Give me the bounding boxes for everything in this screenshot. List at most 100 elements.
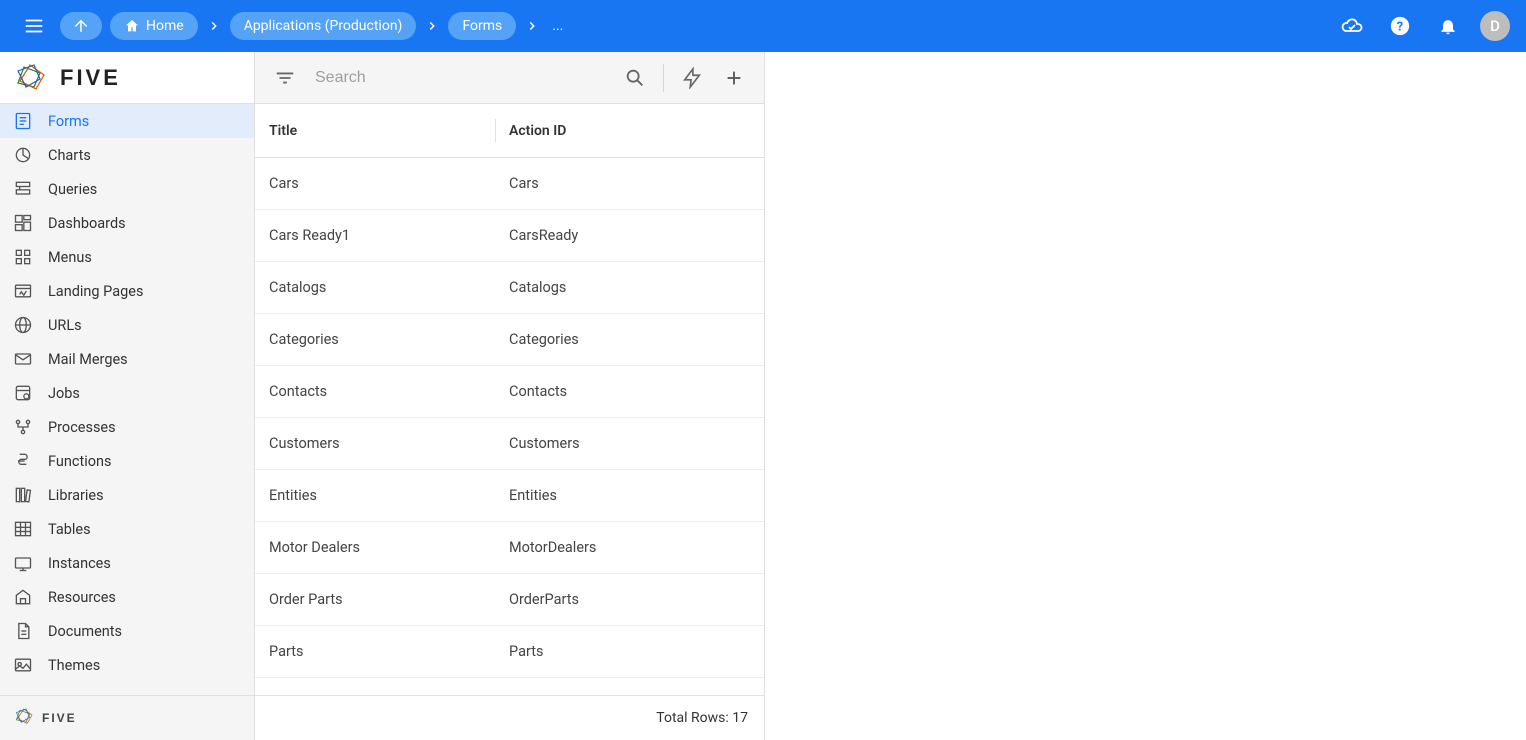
sidebar-item-jobs[interactable]: Jobs [0, 376, 254, 410]
filter-button[interactable] [267, 60, 303, 96]
sidebar-item-menus[interactable]: Menus [0, 240, 254, 274]
sidebar-nav[interactable]: Forms ChartsQueries Dashboards Menus Landing… [0, 104, 254, 695]
search-button[interactable] [617, 60, 653, 96]
cloud-button[interactable] [1336, 10, 1368, 42]
table-row[interactable]: CustomersCustomers [255, 418, 764, 470]
cell-title: Entities [255, 487, 495, 504]
sidebar-item-landing[interactable]: Landing Pages [0, 274, 254, 308]
breadcrumb-up[interactable] [60, 12, 102, 40]
queries-nav-icon [12, 178, 34, 200]
detail-blank [765, 52, 1526, 740]
sidebar-item-tables[interactable]: Tables [0, 512, 254, 546]
table-row[interactable]: Motor DealersMotorDealers [255, 522, 764, 574]
sidebar-item-dashboards[interactable]: Dashboards [0, 206, 254, 240]
queries-icon [13, 179, 33, 199]
sidebar-item-label: Landing Pages [48, 283, 143, 300]
table-row[interactable]: PartsParts [255, 626, 764, 678]
libraries-icon [13, 485, 33, 505]
five-logo-small-icon: FIVE [14, 707, 104, 729]
sidebar-item-label: Menus [48, 249, 92, 266]
sidebar-item-processes[interactable]: Processes [0, 410, 254, 444]
libraries-nav-icon [12, 484, 34, 506]
charts-icon [13, 145, 33, 165]
sidebar-item-charts[interactable]: Charts [0, 138, 254, 172]
menus-icon [13, 247, 33, 267]
column-title-label: Title [269, 123, 297, 139]
avatar-initial: D [1490, 17, 1500, 35]
sidebar-item-label: Themes [48, 657, 100, 674]
table-header: Title Action ID [255, 104, 764, 158]
column-title[interactable]: Title [255, 104, 495, 157]
table-row[interactable]: ContactsContacts [255, 366, 764, 418]
menus-nav-icon [12, 246, 34, 268]
sidebar-item-functions[interactable]: Functions [0, 444, 254, 478]
breadcrumb-forms-label: Forms [462, 18, 502, 34]
charts-nav-icon [12, 144, 34, 166]
jobs-nav-icon [12, 382, 34, 404]
chevron-right-icon [524, 19, 540, 33]
sidebar-item-mail[interactable]: Mail Merges [0, 342, 254, 376]
help-button[interactable]: ? [1384, 10, 1416, 42]
column-action-id-label: Action ID [509, 123, 566, 139]
sidebar-item-libraries[interactable]: Libraries [0, 478, 254, 512]
sidebar-item-documents[interactable]: Documents [0, 614, 254, 648]
plus-icon [723, 67, 745, 89]
table-row[interactable]: CarsCars [255, 158, 764, 210]
sidebar-item-forms[interactable]: Forms [0, 104, 254, 138]
sidebar: FIVE Forms ChartsQueries Dashboards Menus La… [0, 52, 255, 740]
table-body[interactable]: CarsCarsCars Ready1CarsReadyCatalogsCata… [255, 158, 764, 695]
sidebar-item-label: Libraries [48, 487, 104, 504]
sidebar-item-label: Forms [48, 113, 89, 130]
sidebar-item-queries[interactable]: Queries [0, 172, 254, 206]
total-rows: Total Rows: 17 [656, 710, 748, 726]
cell-title: Contacts [255, 383, 495, 400]
column-action-id[interactable]: Action ID [495, 104, 764, 157]
table-row[interactable]: EntitiesEntities [255, 470, 764, 522]
table-row[interactable]: CategoriesCategories [255, 314, 764, 366]
table-footer: Total Rows: 17 [255, 695, 764, 740]
sidebar-item-instances[interactable]: Instances [0, 546, 254, 580]
table-row[interactable]: CatalogsCatalogs [255, 262, 764, 314]
cell-title: Motor Dealers [255, 539, 495, 556]
cell-title: Customers [255, 435, 495, 452]
breadcrumb-applications-label: Applications (Production) [244, 18, 403, 34]
sidebar-item-label: Instances [48, 555, 111, 572]
breadcrumb-home[interactable]: Home [110, 12, 198, 40]
user-avatar[interactable]: D [1480, 11, 1510, 41]
mail-icon [13, 349, 33, 369]
breadcrumb-ellipsis: ... [548, 18, 567, 34]
sidebar-item-label: Functions [48, 453, 111, 470]
sidebar-item-label: Resources [48, 589, 116, 606]
resources-nav-icon [12, 586, 34, 608]
documents-icon [13, 621, 33, 641]
sidebar-item-label: URLs [48, 317, 82, 334]
jobs-icon [13, 383, 33, 403]
notifications-button[interactable] [1432, 10, 1464, 42]
cell-title: Categories [255, 331, 495, 348]
bolt-icon [681, 67, 703, 89]
table-row[interactable]: Cars Ready1CarsReady [255, 210, 764, 262]
content-panel: Title Action ID CarsCarsCars Ready1CarsR… [255, 52, 765, 740]
processes-nav-icon [12, 416, 34, 438]
sidebar-item-resources[interactable]: Resources [0, 580, 254, 614]
breadcrumb-forms[interactable]: Forms [448, 12, 516, 40]
cell-title: Order Parts [255, 591, 495, 608]
cell-action-id: MotorDealers [495, 539, 764, 556]
table-row[interactable]: Order PartsOrderParts [255, 574, 764, 626]
cell-title: Cars [255, 175, 495, 192]
landing-nav-icon [12, 280, 34, 302]
add-button[interactable] [716, 60, 752, 96]
themes-icon [13, 655, 33, 675]
sidebar-item-urls[interactable]: URLs [0, 308, 254, 342]
breadcrumb-applications[interactable]: Applications (Production) [230, 12, 417, 40]
sidebar-item-label: Dashboards [48, 215, 126, 232]
cell-action-id: OrderParts [495, 591, 764, 608]
bell-icon [1438, 16, 1458, 36]
bolt-button[interactable] [674, 60, 710, 96]
sidebar-footer: FIVE [0, 695, 254, 740]
cell-title: Cars Ready1 [255, 227, 495, 244]
hamburger-menu[interactable] [16, 8, 52, 44]
sidebar-item-themes[interactable]: Themes [0, 648, 254, 682]
chevron-right-icon [424, 19, 440, 33]
search-input[interactable] [309, 65, 611, 91]
